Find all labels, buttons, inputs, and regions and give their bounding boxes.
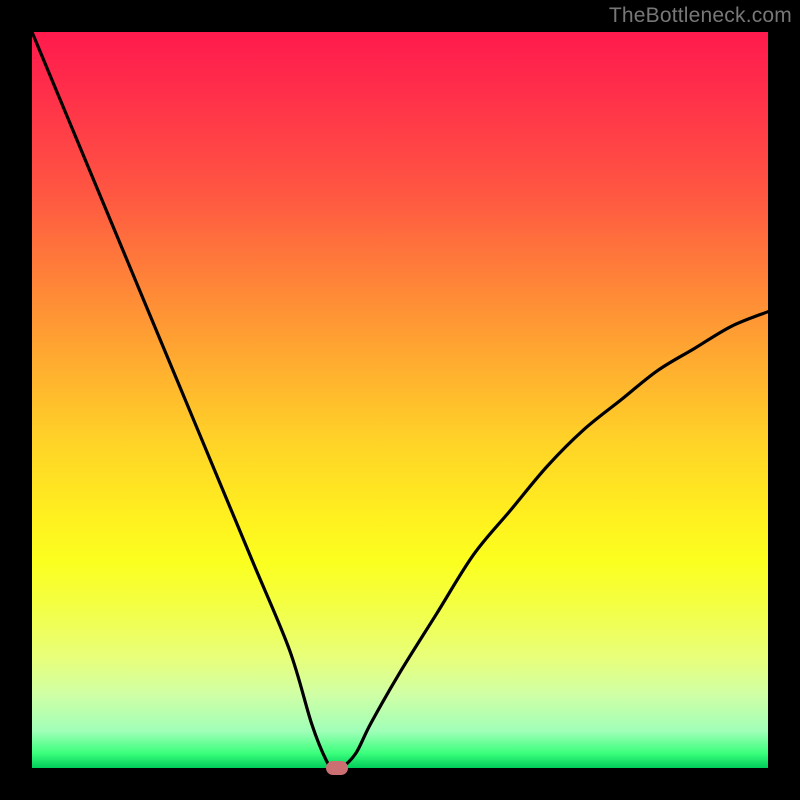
optimal-point-marker bbox=[326, 761, 348, 775]
plot-area bbox=[32, 32, 768, 768]
bottleneck-curve bbox=[32, 32, 768, 768]
chart-frame: TheBottleneck.com bbox=[0, 0, 800, 800]
watermark-text: TheBottleneck.com bbox=[609, 4, 792, 28]
